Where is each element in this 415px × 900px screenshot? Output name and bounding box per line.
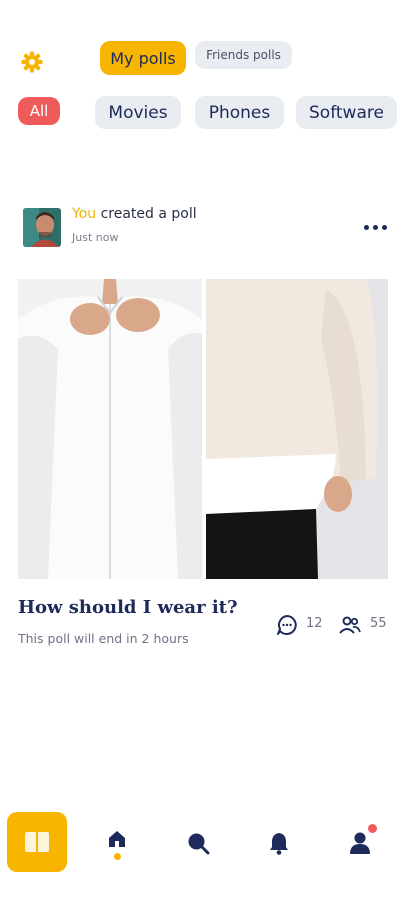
more-icon[interactable] — [360, 218, 390, 236]
nav-search-button[interactable] — [185, 830, 211, 856]
tab-my-polls[interactable]: My polls — [100, 41, 186, 75]
nav-profile-button[interactable] — [347, 830, 373, 856]
gear-icon[interactable] — [20, 50, 44, 74]
book-icon — [25, 832, 49, 852]
poll-option-image-2[interactable] — [206, 279, 388, 579]
users-icon[interactable] — [338, 613, 362, 637]
category-chip-software[interactable]: Software — [296, 96, 397, 129]
nav-home-button[interactable] — [104, 826, 130, 852]
category-chip-movies[interactable]: Movies — [95, 96, 181, 129]
comment-count: 12 — [306, 616, 323, 631]
tab-friends-polls[interactable]: Friends polls — [195, 41, 292, 69]
poll-option-image-1[interactable] — [18, 279, 202, 579]
poll-end-text: This poll will end in 2 hours — [18, 631, 189, 646]
post-title: You created a poll — [72, 206, 197, 222]
post-time: Just now — [72, 231, 119, 244]
post-action: created a poll — [96, 206, 197, 222]
active-indicator — [114, 853, 121, 860]
avatar[interactable] — [23, 208, 61, 247]
participant-count: 55 — [370, 616, 387, 631]
nav-polls-button[interactable] — [7, 812, 67, 872]
poll-question[interactable]: How should I wear it? — [18, 597, 238, 618]
home-icon — [109, 831, 125, 847]
post-actor[interactable]: You — [72, 206, 96, 222]
notification-badge — [368, 824, 377, 833]
nav-notifications-button[interactable] — [266, 830, 292, 856]
search-icon — [188, 833, 210, 855]
category-chip-phones[interactable]: Phones — [195, 96, 284, 129]
bell-icon — [270, 833, 288, 855]
user-icon — [350, 832, 370, 854]
category-chip-all[interactable]: All — [18, 97, 60, 125]
comment-icon[interactable] — [275, 613, 299, 637]
